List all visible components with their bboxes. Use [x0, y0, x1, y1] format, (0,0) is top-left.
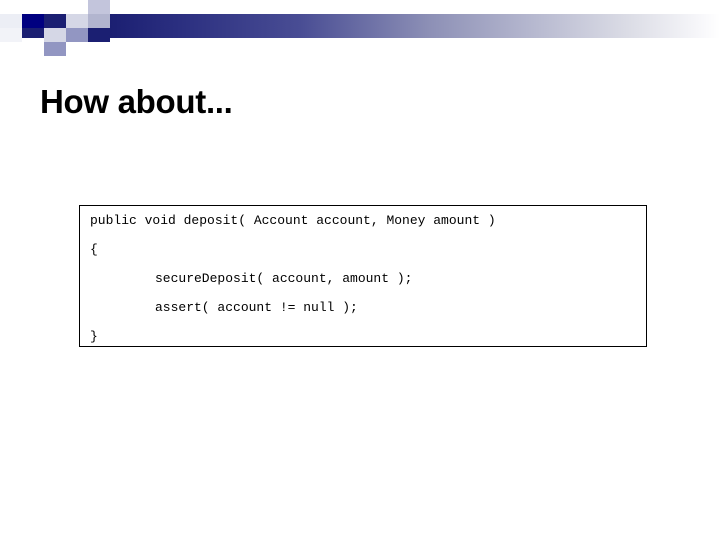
slide-header: [0, 0, 720, 56]
square-wash-lower: [0, 28, 22, 42]
square-lavender-soft: [44, 28, 66, 42]
square-lavender-mid: [88, 0, 110, 14]
code-line: secureDeposit( account, amount );: [155, 271, 413, 286]
code-block-container: public void deposit( Account account, Mo…: [79, 205, 647, 347]
code-line: assert( account != null );: [155, 300, 358, 315]
code-line: public void deposit( Account account, Mo…: [90, 213, 496, 228]
square-lavender-mute: [88, 14, 110, 28]
square-periwinkle: [66, 28, 88, 42]
square-lavender-light: [66, 14, 88, 28]
code-line: }: [90, 329, 98, 344]
square-navy-dark: [22, 14, 44, 28]
square-navy-deep: [88, 28, 110, 42]
header-decorative-squares: [0, 0, 140, 56]
square-wash-left: [0, 14, 22, 28]
code-line: {: [90, 242, 98, 257]
square-periwinkle-low: [44, 42, 66, 56]
page-title: How about...: [40, 83, 233, 120]
